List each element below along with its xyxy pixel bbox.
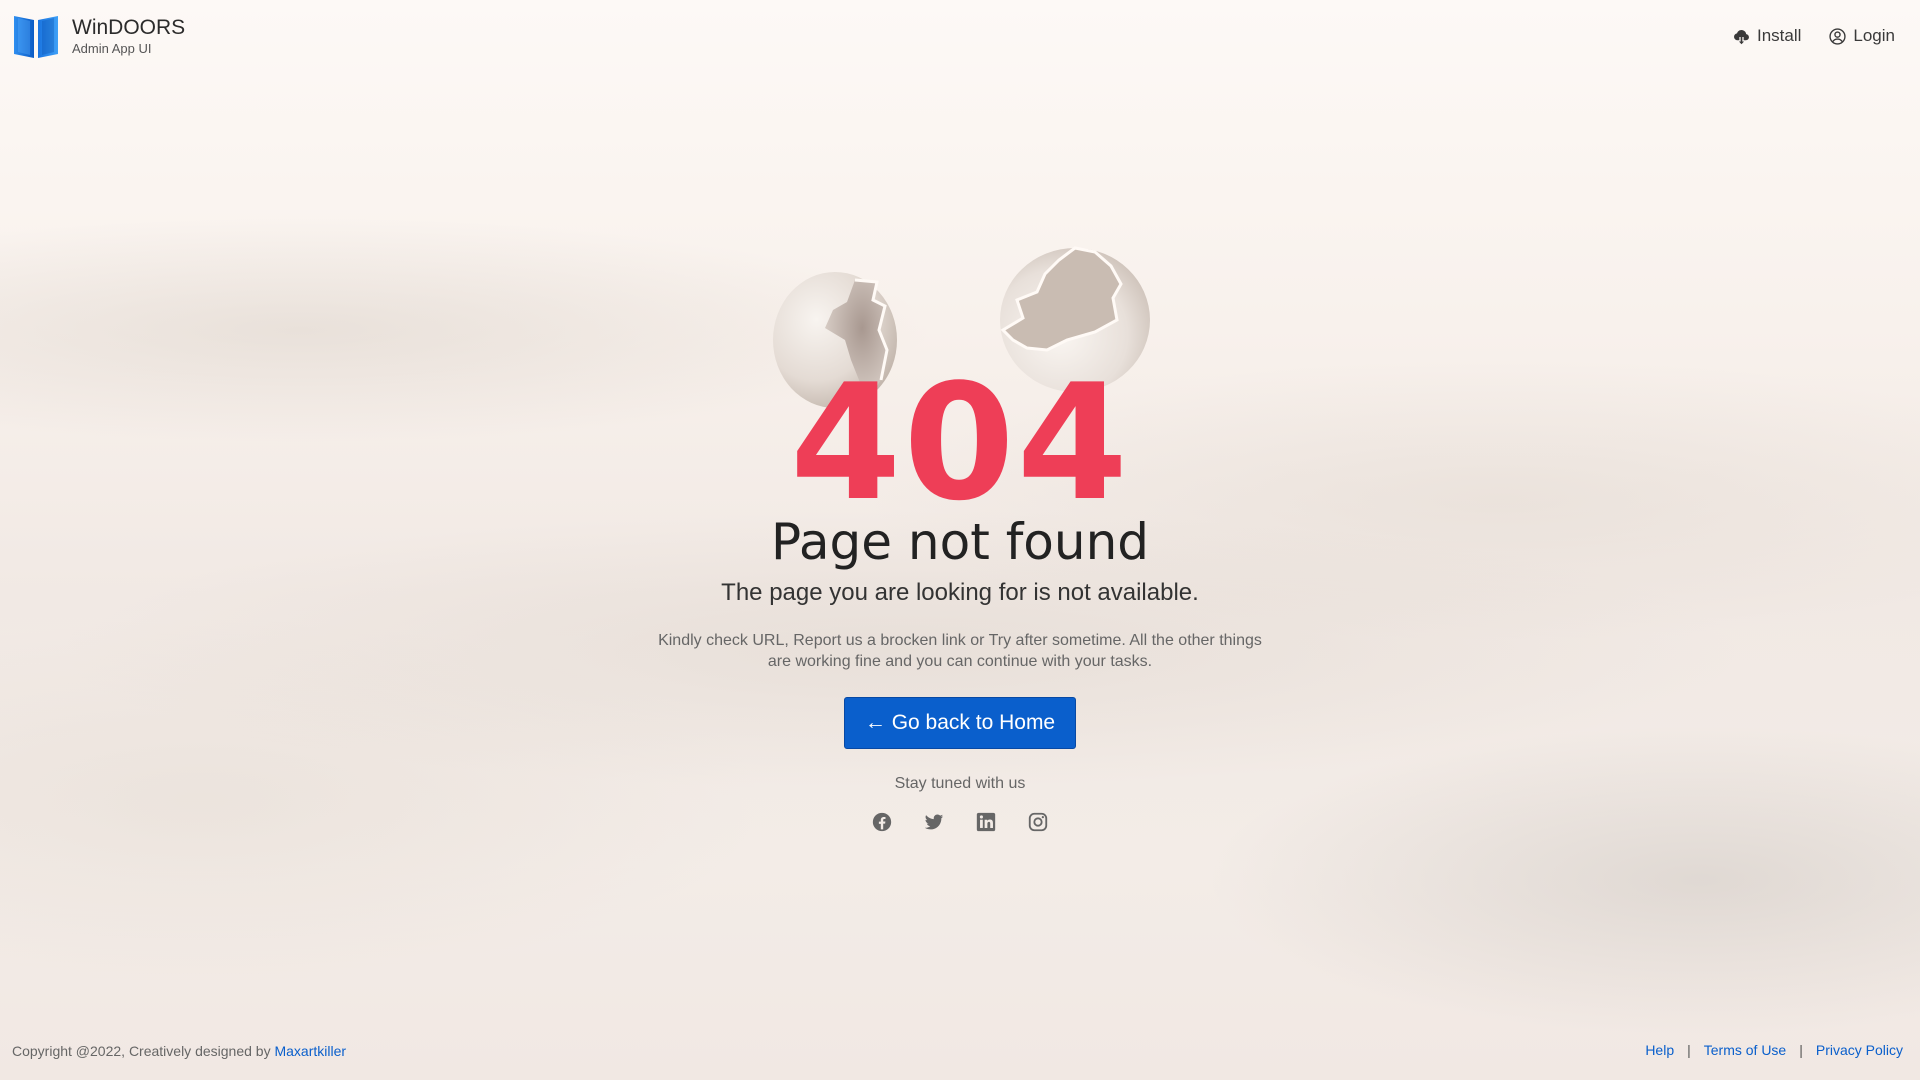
social-links — [0, 811, 1920, 833]
brand[interactable]: WinDOORS Admin App UI — [12, 12, 185, 60]
header-actions: Install Login — [1733, 26, 1895, 46]
brand-title: WinDOORS — [72, 16, 186, 39]
error-code: 404 — [790, 349, 1130, 536]
brand-subtitle: Admin App UI — [72, 41, 152, 56]
install-label: Install — [1756, 26, 1802, 45]
stay-tuned-label: Stay tuned with us — [894, 775, 1026, 792]
page-title: Page not found — [770, 513, 1150, 571]
footer-copyright: Copyright @2022, Creatively designed by … — [12, 1043, 346, 1059]
designer-link[interactable]: Maxartkiller — [274, 1043, 346, 1059]
go-back-home-button[interactable]: ← Go back to Home — [844, 697, 1076, 749]
cloud-download-icon — [1734, 29, 1749, 44]
login-button[interactable]: Login — [1829, 26, 1895, 46]
install-button[interactable]: Install — [1733, 26, 1801, 46]
user-circle-icon — [1829, 27, 1847, 45]
help-link[interactable]: Help — [1645, 1042, 1674, 1058]
windoors-logo-icon — [14, 16, 58, 58]
privacy-policy-link[interactable]: Privacy Policy — [1816, 1042, 1903, 1058]
facebook-icon[interactable] — [871, 811, 893, 833]
instagram-icon[interactable] — [1027, 811, 1049, 833]
error-description: Kindly check URL, Report us a brocken li… — [0, 630, 1920, 672]
description-line-1: Kindly check URL, Report us a brocken li… — [658, 632, 1262, 649]
footer-separator: | — [1687, 1042, 1691, 1058]
description-line-2: are working fine and you can continue wi… — [767, 653, 1153, 670]
terms-of-use-link[interactable]: Terms of Use — [1704, 1042, 1786, 1058]
page-subtitle: The page you are looking for is not avai… — [721, 579, 1199, 606]
copyright-text: Copyright @2022, Creatively designed by — [12, 1043, 275, 1059]
footer-links: Help | Terms of Use | Privacy Policy — [1645, 1042, 1903, 1058]
footer-separator: | — [1799, 1042, 1803, 1058]
twitter-icon[interactable] — [923, 811, 945, 833]
login-label: Login — [1853, 26, 1895, 45]
linkedin-icon[interactable] — [975, 811, 997, 833]
